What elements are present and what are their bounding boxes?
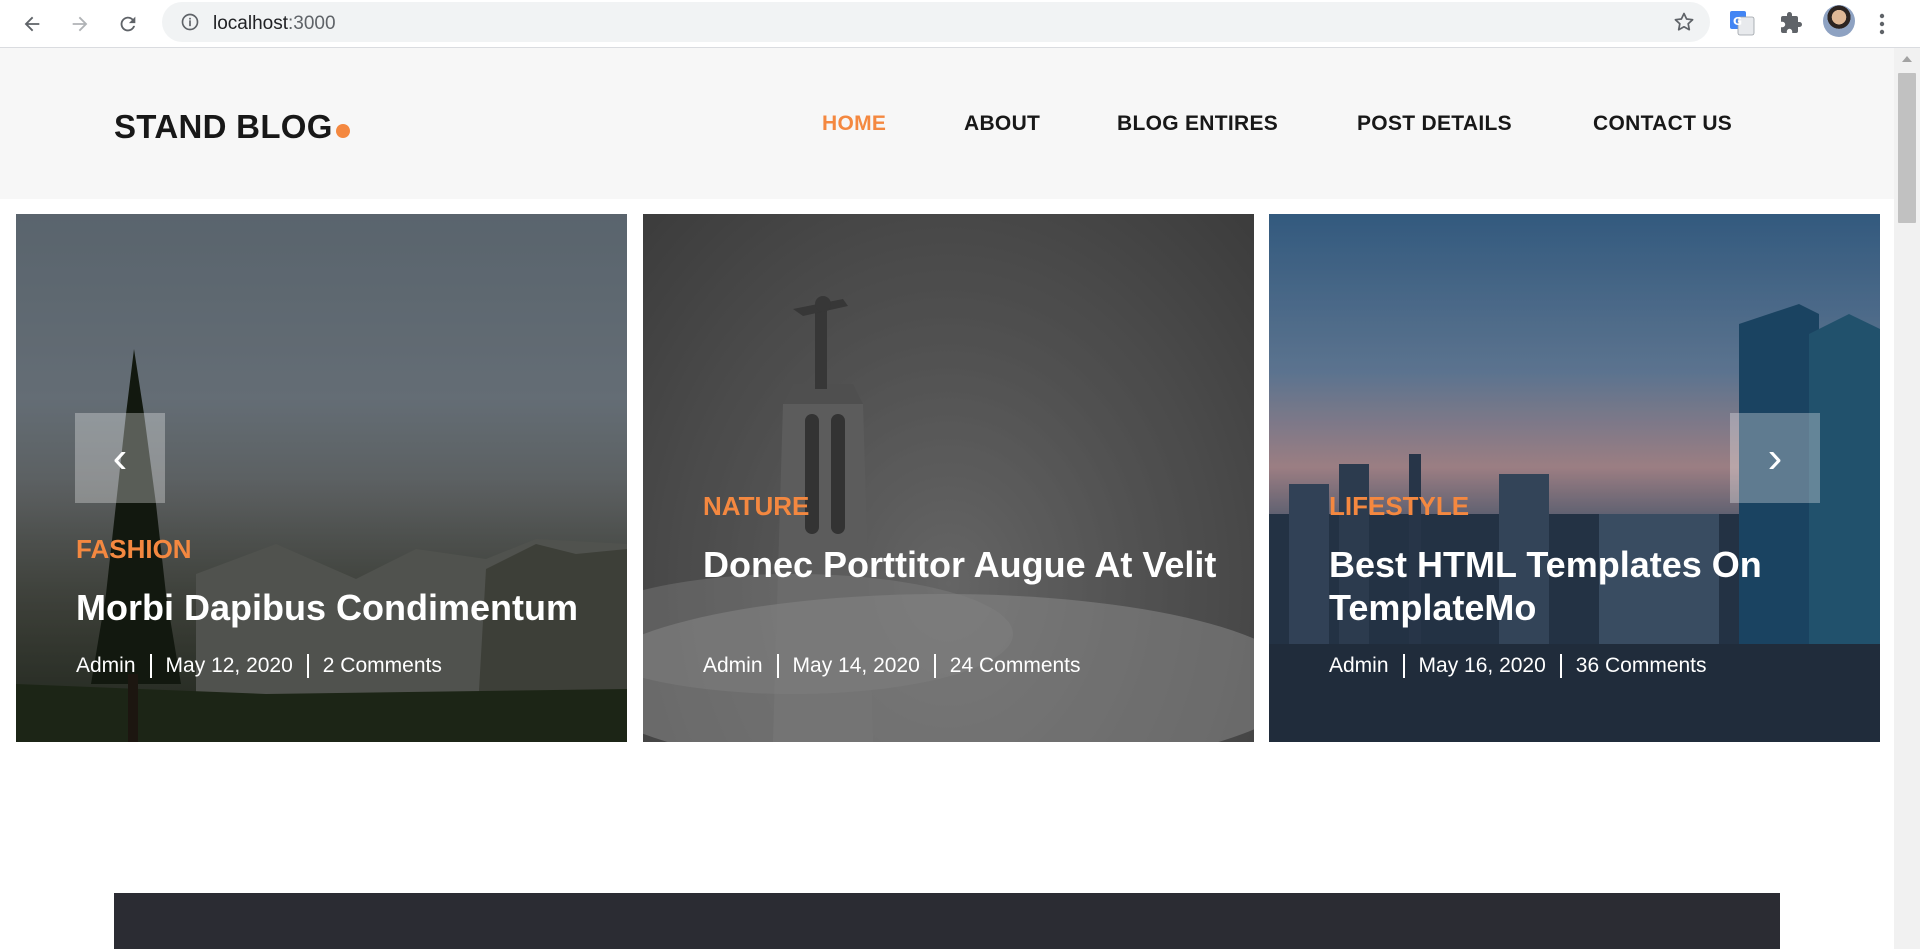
nav-post-details[interactable]: POST DETAILS [1357, 112, 1512, 136]
slide-title[interactable]: Donec Porttitor Augue At Velit [703, 543, 1248, 586]
slide-comments[interactable]: 2 Comments [323, 654, 442, 678]
slide-category[interactable]: FASHION [76, 534, 192, 565]
slide-meta: Admin May 16, 2020 36 Comments [1329, 654, 1707, 678]
nav-about[interactable]: ABOUT [964, 112, 1040, 136]
info-icon[interactable] [180, 12, 200, 37]
meta-divider [933, 654, 936, 678]
back-icon[interactable] [14, 6, 50, 42]
browser-toolbar: localhost:3000 G [0, 0, 1920, 48]
site-logo[interactable]: STAND BLOG [114, 108, 350, 146]
slide-comments[interactable]: 24 Comments [950, 654, 1081, 678]
slide-title[interactable]: Morbi Dapibus Condimentum [76, 586, 621, 629]
url-port: :3000 [288, 13, 336, 34]
slide-author[interactable]: Admin [1329, 654, 1389, 678]
forward-icon[interactable] [62, 6, 98, 42]
meta-divider [1559, 654, 1562, 678]
slide-category[interactable]: NATURE [703, 491, 809, 522]
puzzle-icon[interactable] [1776, 8, 1806, 38]
logo-text: STAND BLOG [114, 108, 333, 145]
meta-divider [776, 654, 779, 678]
url-text: localhost:3000 [213, 13, 336, 35]
meta-divider [149, 654, 152, 678]
meta-divider [306, 654, 309, 678]
logo-dot [335, 124, 350, 138]
address-bar[interactable]: localhost:3000 [162, 2, 1710, 42]
url-host: localhost [213, 13, 288, 34]
svg-text:G: G [1733, 15, 1742, 28]
slide-meta: Admin May 14, 2020 24 Comments [703, 654, 1081, 678]
slide-meta: Admin May 12, 2020 2 Comments [76, 654, 442, 678]
page-scrollbar[interactable] [1894, 48, 1920, 949]
slide-title[interactable]: Best HTML Templates On TemplateMo [1329, 543, 1874, 629]
kebab-menu-icon[interactable] [1870, 6, 1894, 42]
google-translate-icon[interactable]: G [1727, 8, 1757, 38]
slide-date[interactable]: May 12, 2020 [166, 654, 293, 678]
slide-comments[interactable]: 36 Comments [1576, 654, 1707, 678]
nav-home[interactable]: HOME [822, 112, 886, 136]
scroll-up-icon[interactable] [1902, 56, 1912, 62]
slider-prev-button[interactable]: ‹ [75, 413, 165, 503]
star-icon[interactable] [1672, 10, 1696, 39]
slider-next-button[interactable]: › [1730, 413, 1820, 503]
meta-divider [1402, 654, 1405, 678]
scrollbar-thumb[interactable] [1898, 73, 1916, 223]
nav-contact-us[interactable]: CONTACT US [1593, 112, 1732, 136]
reload-icon[interactable] [110, 6, 146, 42]
slide-author[interactable]: Admin [703, 654, 763, 678]
site-header: STAND BLOG HOME ABOUT BLOG ENTIRES POST … [0, 48, 1894, 199]
slide-category[interactable]: LIFESTYLE [1329, 491, 1469, 522]
avatar[interactable] [1823, 5, 1855, 37]
slide-date[interactable]: May 14, 2020 [793, 654, 920, 678]
slide-author[interactable]: Admin [76, 654, 136, 678]
slide-date[interactable]: May 16, 2020 [1419, 654, 1546, 678]
nav-blog-entries[interactable]: BLOG ENTIRES [1117, 112, 1278, 136]
banner-section [114, 893, 1780, 949]
slide-nature[interactable]: NATURE Donec Porttitor Augue At Velit Ad… [643, 214, 1254, 742]
